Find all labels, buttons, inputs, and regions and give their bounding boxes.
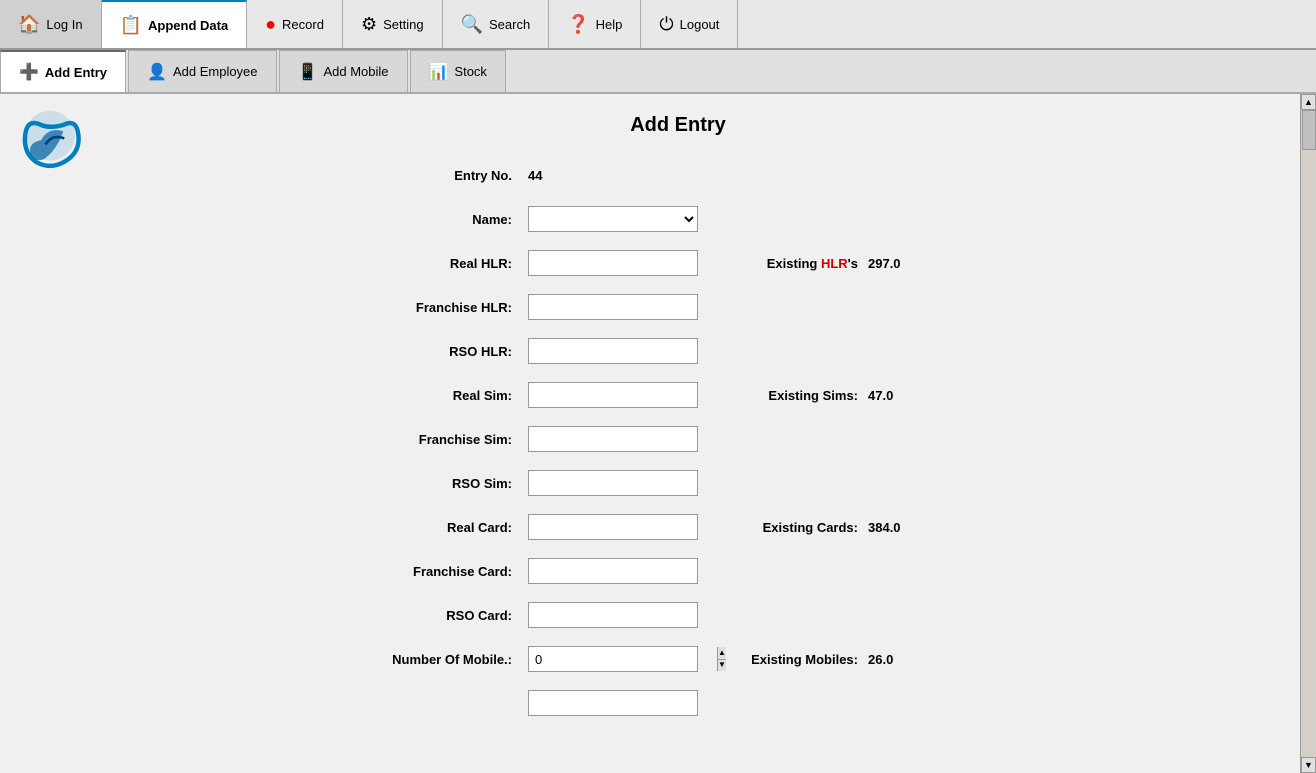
record-label: Record	[282, 17, 324, 32]
logo-area	[10, 109, 100, 192]
existing-hlrs-value: 297.0	[868, 256, 901, 271]
existing-cards-label: Existing Cards:	[728, 520, 858, 535]
record-button[interactable]: ● Record	[247, 0, 343, 48]
login-label: Log In	[46, 17, 82, 32]
rso-hlr-input[interactable]	[528, 338, 698, 364]
add-employee-icon: 👤	[147, 62, 167, 82]
login-button[interactable]: 🏠 Log In	[0, 0, 102, 48]
number-of-mobile-label: Number Of Mobile.:	[368, 652, 528, 667]
real-card-label: Real Card:	[368, 520, 528, 535]
help-button[interactable]: ❓ Help	[549, 0, 641, 48]
existing-mobiles-label: Existing Mobiles:	[728, 652, 858, 667]
existing-sims-label: Existing Sims:	[728, 388, 858, 403]
franchise-hlr-row: Franchise HLR:	[368, 293, 1068, 321]
name-row: Name:	[368, 205, 1068, 233]
gear-icon: ⚙	[361, 14, 377, 35]
tab-add-employee[interactable]: 👤 Add Employee	[128, 50, 276, 92]
name-label: Name:	[368, 212, 528, 227]
spinner-buttons: ▲ ▼	[717, 647, 726, 671]
search-button[interactable]: 🔍 Search	[443, 0, 550, 48]
existing-sims-value: 47.0	[868, 388, 893, 403]
number-of-mobile-input[interactable]	[529, 647, 717, 671]
scrollbar[interactable]: ▲ ▼	[1300, 94, 1316, 773]
tab-stock[interactable]: 📊 Stock	[410, 50, 506, 92]
rso-card-input[interactable]	[528, 602, 698, 628]
rso-card-row: RSO Card:	[368, 601, 1068, 629]
rso-sim-input[interactable]	[528, 470, 698, 496]
real-hlr-input[interactable]	[528, 250, 698, 276]
logout-label: Logout	[680, 17, 720, 32]
real-card-row: Real Card: Existing Cards: 384.0	[368, 513, 1068, 541]
franchise-sim-label: Franchise Sim:	[368, 432, 528, 447]
franchise-sim-input[interactable]	[528, 426, 698, 452]
tab-bar: ➕ Add Entry 👤 Add Employee 📱 Add Mobile …	[0, 50, 1316, 94]
rso-hlr-label: RSO HLR:	[368, 344, 528, 359]
real-sim-label: Real Sim:	[368, 388, 528, 403]
add-mobile-icon: 📱	[298, 62, 318, 82]
scroll-down-button[interactable]: ▼	[1301, 757, 1316, 773]
form-title: Add Entry	[288, 114, 1068, 137]
record-icon: ●	[265, 14, 276, 35]
scroll-up-button[interactable]: ▲	[1301, 94, 1316, 110]
rso-card-label: RSO Card:	[368, 608, 528, 623]
spinner-down-button[interactable]: ▼	[718, 660, 726, 672]
search-icon: 🔍	[461, 14, 483, 35]
rso-sim-row: RSO Sim:	[368, 469, 1068, 497]
franchise-card-row: Franchise Card:	[368, 557, 1068, 585]
real-sim-row: Real Sim: Existing Sims: 47.0	[368, 381, 1068, 409]
real-hlr-row: Real HLR: Existing HLR's 297.0	[368, 249, 1068, 277]
franchise-hlr-input[interactable]	[528, 294, 698, 320]
add-entry-icon: ➕	[19, 62, 39, 82]
real-sim-input[interactable]	[528, 382, 698, 408]
entry-no-label: Entry No.	[368, 168, 528, 183]
help-icon: ❓	[567, 14, 589, 35]
entry-no-row: Entry No. 44	[368, 161, 1068, 189]
entry-no-value: 44	[528, 168, 542, 183]
franchise-hlr-label: Franchise HLR:	[368, 300, 528, 315]
tab-add-entry-label: Add Entry	[45, 65, 107, 80]
tab-add-mobile[interactable]: 📱 Add Mobile	[279, 50, 408, 92]
append-data-button[interactable]: 📋 Append Data	[102, 0, 248, 48]
scroll-thumb[interactable]	[1302, 110, 1316, 150]
setting-button[interactable]: ⚙ Setting	[343, 0, 443, 48]
extra-row	[368, 689, 1068, 717]
rso-sim-label: RSO Sim:	[368, 476, 528, 491]
name-select[interactable]	[528, 206, 698, 232]
append-icon: 📋	[120, 15, 142, 36]
setting-label: Setting	[383, 17, 423, 32]
search-label: Search	[489, 17, 530, 32]
logout-icon: ⏻	[659, 14, 673, 35]
existing-mobiles-value: 26.0	[868, 652, 893, 667]
append-data-label: Append Data	[148, 18, 228, 33]
franchise-card-input[interactable]	[528, 558, 698, 584]
existing-hlrs-label: Existing HLR's	[728, 256, 858, 271]
company-logo	[10, 109, 90, 189]
stock-icon: 📊	[429, 62, 449, 82]
tab-add-mobile-label: Add Mobile	[323, 64, 388, 79]
tab-add-entry[interactable]: ➕ Add Entry	[0, 50, 126, 92]
form-area: Add Entry Entry No. 44 Name: Real HLR: E…	[208, 94, 1108, 773]
existing-cards-value: 384.0	[868, 520, 901, 535]
logout-button[interactable]: ⏻ Logout	[641, 0, 738, 48]
extra-input[interactable]	[528, 690, 698, 716]
main-content: Add Entry Entry No. 44 Name: Real HLR: E…	[0, 94, 1316, 773]
scroll-track	[1301, 110, 1316, 757]
top-nav-bar: 🏠 Log In 📋 Append Data ● Record ⚙ Settin…	[0, 0, 1316, 50]
home-icon: 🏠	[18, 14, 40, 35]
franchise-card-label: Franchise Card:	[368, 564, 528, 579]
real-hlr-label: Real HLR:	[368, 256, 528, 271]
number-of-mobile-row: Number Of Mobile.: ▲ ▼ Existing Mobiles:…	[368, 645, 1068, 673]
tab-stock-label: Stock	[454, 64, 487, 79]
rso-hlr-row: RSO HLR:	[368, 337, 1068, 365]
spinner-up-button[interactable]: ▲	[718, 647, 726, 660]
franchise-sim-row: Franchise Sim:	[368, 425, 1068, 453]
help-label: Help	[596, 17, 623, 32]
number-of-mobile-spinner: ▲ ▼	[528, 646, 698, 672]
real-card-input[interactable]	[528, 514, 698, 540]
tab-add-employee-label: Add Employee	[173, 64, 258, 79]
